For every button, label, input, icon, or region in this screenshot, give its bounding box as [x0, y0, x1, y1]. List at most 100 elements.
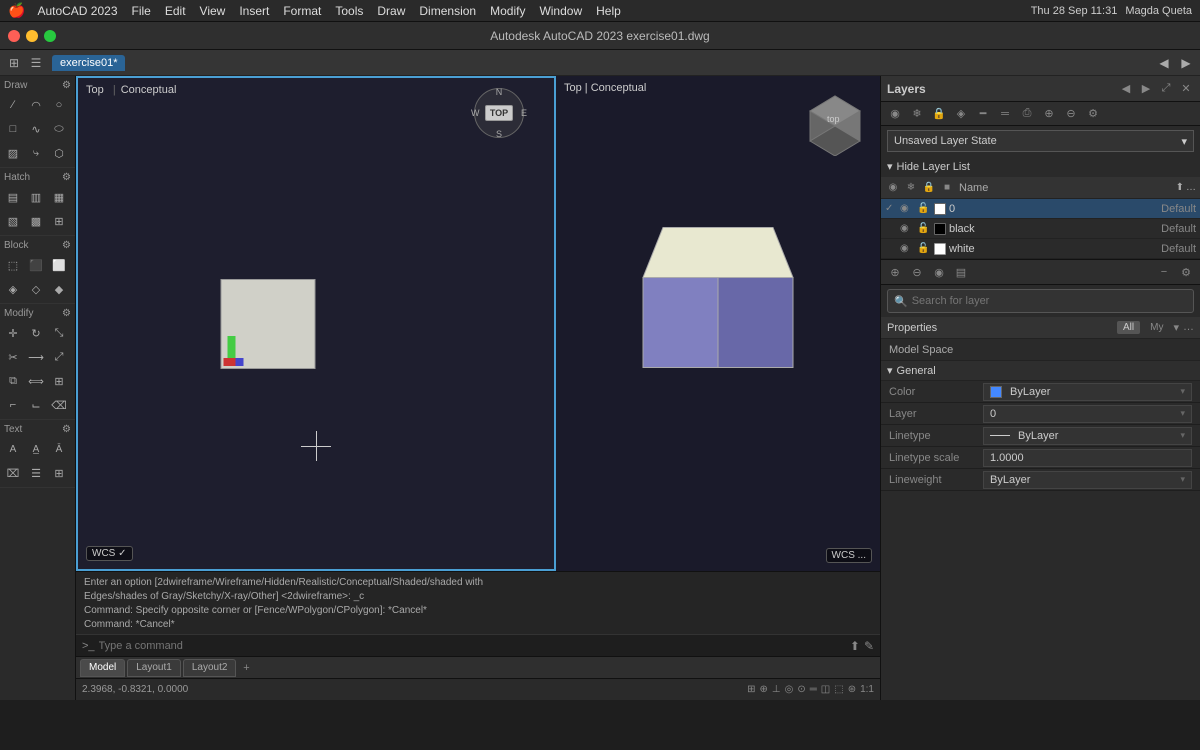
block-btn-1[interactable]: ⬚ [2, 254, 24, 276]
props-more-icon[interactable]: … [1183, 321, 1194, 334]
panel-icon-2[interactable]: ▶ [1138, 81, 1154, 97]
pt-settings-icon[interactable]: ⚙ [1083, 104, 1103, 124]
lh-freeze-icon[interactable]: ❄ [903, 180, 919, 196]
active-tab[interactable]: exercise01* [52, 55, 125, 71]
pt-lineweight-icon[interactable]: ═ [995, 104, 1015, 124]
viewcube[interactable]: top [800, 86, 870, 159]
layer-white-color[interactable] [934, 243, 946, 255]
layer-row-0[interactable]: ✓ ◉ 🔓 0 Default [881, 199, 1200, 219]
polyline-tool[interactable]: ⤷ [25, 142, 47, 164]
pt-linetype-icon[interactable]: ━ [973, 104, 993, 124]
hatch-settings-icon[interactable]: ⚙ [62, 172, 71, 183]
text-settings-icon[interactable]: ⚙ [62, 424, 71, 435]
selection-icon[interactable]: ⬚ [834, 684, 843, 695]
lineweight-value[interactable]: ByLayer ▾ [983, 471, 1192, 489]
draw-settings-icon[interactable]: ⚙ [62, 80, 71, 91]
cmd-icon-2[interactable]: ✎ [864, 639, 874, 653]
menu-insert[interactable]: Insert [239, 4, 269, 18]
menu-window[interactable]: Window [539, 4, 582, 18]
text-header[interactable]: Text ⚙ [0, 422, 75, 437]
chamfer-btn[interactable]: ⌙ [25, 394, 47, 416]
layer-prop-value[interactable]: 0 ▾ [983, 405, 1192, 423]
props-filter-icon[interactable]: ▾ [1173, 321, 1179, 334]
text-btn-2[interactable]: A̲ [25, 438, 47, 460]
toolbar-icon-3[interactable]: ◀ [1154, 53, 1174, 73]
lh-lock-icon[interactable]: 🔒 [921, 180, 937, 196]
text-btn-6[interactable]: ⊞ [48, 462, 70, 484]
toolbar-icon-1[interactable]: ⊞ [4, 53, 24, 73]
block-btn-2[interactable]: ⬛ [25, 254, 47, 276]
text-btn-1[interactable]: A [2, 438, 24, 460]
pt-eye-icon[interactable]: ◉ [885, 104, 905, 124]
lbt-icon-minus[interactable]: − [1154, 262, 1174, 282]
layer-0-eye-icon[interactable]: ◉ [900, 203, 914, 214]
block-header[interactable]: Block ⚙ [0, 238, 75, 253]
menu-format[interactable]: Format [283, 4, 321, 18]
panel-expand-icon[interactable]: ⤢ [1158, 81, 1174, 97]
layer-black-color[interactable] [934, 223, 946, 235]
menu-draw[interactable]: Draw [377, 4, 405, 18]
layer-black-eye-icon[interactable]: ◉ [900, 223, 914, 234]
layer-row-black[interactable]: ◉ 🔓 black Default [881, 219, 1200, 239]
lh-name-header[interactable]: Name [957, 182, 1174, 194]
pt-newlayer-icon[interactable]: ⊕ [1039, 104, 1059, 124]
gizmo-icon[interactable]: ⊛ [848, 684, 856, 695]
layer-0-color[interactable] [934, 203, 946, 215]
move-btn[interactable]: ✛ [2, 322, 24, 344]
lbt-icon-2[interactable]: ⊖ [907, 262, 927, 282]
copy-btn[interactable]: ⧉ [2, 370, 24, 392]
wcs-left[interactable]: WCS ✓ [86, 546, 133, 561]
tab-layout1[interactable]: Layout1 [127, 659, 181, 677]
menu-file[interactable]: File [132, 4, 151, 18]
menu-view[interactable]: View [200, 4, 226, 18]
mirror-btn[interactable]: ⟺ [25, 370, 47, 392]
panel-close-icon[interactable]: ✕ [1178, 81, 1194, 97]
hatch-header[interactable]: Hatch ⚙ [0, 170, 75, 185]
extend-btn[interactable]: ⟶ [25, 346, 47, 368]
menu-edit[interactable]: Edit [165, 4, 186, 18]
rotate-btn[interactable]: ↻ [25, 322, 47, 344]
hatch-btn-4[interactable]: ⊞ [48, 210, 70, 232]
polar-icon[interactable]: ◎ [785, 684, 794, 695]
array-btn[interactable]: ⊞ [48, 370, 70, 392]
modify-header[interactable]: Modify ⚙ [0, 306, 75, 321]
tab-add-button[interactable]: + [238, 660, 254, 676]
snap-icon[interactable]: ⊕ [759, 684, 767, 695]
lbt-icon-settings[interactable]: ⚙ [1176, 262, 1196, 282]
lh-color-icon[interactable]: ■ [939, 180, 955, 196]
lineweight-icon[interactable]: ═ [810, 684, 817, 695]
offset-btn[interactable]: ⤢ [48, 346, 70, 368]
text-btn-5[interactable]: ☰ [25, 462, 47, 484]
maximize-button[interactable] [44, 30, 56, 42]
arc-tool[interactable]: ◠ [25, 94, 47, 116]
boundary-btn[interactable]: ▦ [48, 186, 70, 208]
spline-tool[interactable]: ∿ [25, 118, 47, 140]
block-btn-3[interactable]: ⬜ [48, 254, 70, 276]
hide-layer-toggle[interactable]: ▾ Hide Layer List [881, 156, 1200, 177]
transparency-icon[interactable]: ◫ [821, 684, 830, 695]
draw-header[interactable]: Draw ⚙ [0, 78, 75, 93]
tab-model[interactable]: Model [80, 659, 125, 677]
layer-white-lock-icon[interactable]: 🔓 [917, 243, 931, 254]
lbt-icon-4[interactable]: ▤ [951, 262, 971, 282]
lbt-icon-1[interactable]: ⊕ [885, 262, 905, 282]
circle-tool[interactable]: ○ [48, 94, 70, 116]
scale-btn[interactable]: ⤡ [48, 322, 70, 344]
block-btn-4[interactable]: ◈ [2, 278, 24, 300]
lh-sort-icon[interactable]: ⬆ [1176, 182, 1184, 193]
hatch-btn[interactable]: ▤ [2, 186, 24, 208]
block-settings-icon[interactable]: ⚙ [62, 240, 71, 251]
ellipse-tool[interactable]: ⬭ [48, 118, 70, 140]
panel-icon-1[interactable]: ◀ [1118, 81, 1134, 97]
layer-0-lock-icon[interactable]: 🔓 [917, 203, 931, 214]
text-btn-4[interactable]: ⌧ [2, 462, 24, 484]
text-btn-3[interactable]: Ā [48, 438, 70, 460]
ortho-icon[interactable]: ⊥ [772, 684, 781, 695]
linetypescale-value[interactable]: 1.0000 [983, 449, 1192, 467]
pt-delete-icon[interactable]: ⊖ [1061, 104, 1081, 124]
menu-autocad[interactable]: AutoCAD 2023 [37, 4, 117, 18]
gradient-btn[interactable]: ▥ [25, 186, 47, 208]
erase-btn[interactable]: ⌫ [48, 394, 70, 416]
region-tool[interactable]: ⬡ [48, 142, 70, 164]
toolbar-icon-4[interactable]: ▶ [1176, 53, 1196, 73]
